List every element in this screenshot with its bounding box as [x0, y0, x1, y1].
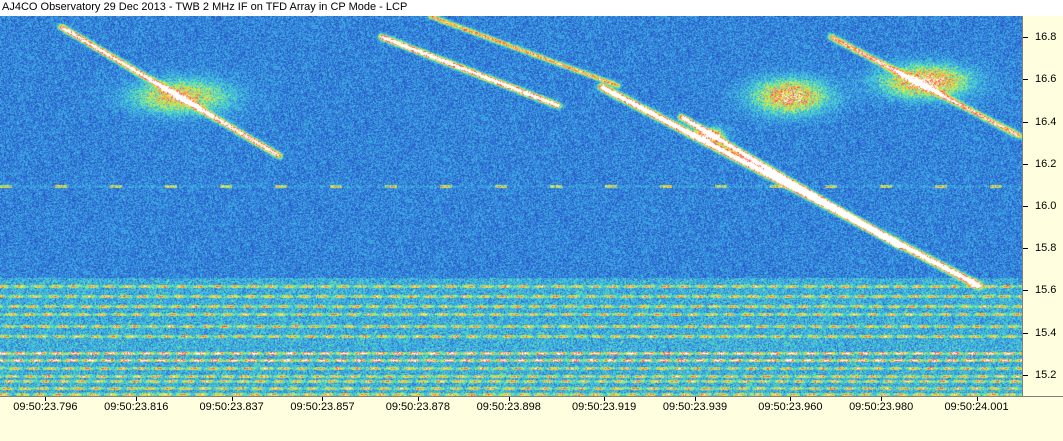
- y-tick-label: 16.6: [1035, 73, 1057, 86]
- y-tick: 16.0: [1023, 199, 1063, 213]
- x-tick: 09:50:23.980: [836, 397, 926, 417]
- y-tick: 15.8: [1023, 241, 1063, 255]
- frequency-axis: 15.2 15.4 15.6 15.8 16.0 16.2 16.4 16.6 16.8: [1022, 16, 1063, 396]
- y-tick-label: 16.4: [1035, 115, 1057, 128]
- y-tick-mark: [1023, 121, 1028, 123]
- x-tick: 09:50:23.919: [559, 397, 649, 417]
- x-tick-label: 09:50:23.796: [13, 401, 78, 413]
- y-tick: 15.2: [1023, 368, 1063, 382]
- x-tick: 09:50:23.796: [0, 397, 90, 417]
- y-tick: 16.2: [1023, 157, 1063, 171]
- window-title: AJ4CO Observatory 29 Dec 2013 - TWB 2 MH…: [0, 0, 1063, 16]
- y-tick: 15.4: [1023, 326, 1063, 340]
- x-tick: 09:50:23.898: [464, 397, 554, 417]
- y-tick-label: 16.8: [1035, 31, 1057, 44]
- y-tick-label: 15.2: [1035, 368, 1057, 381]
- y-tick-label: 16.2: [1035, 157, 1057, 170]
- y-tick-label: 16.0: [1035, 200, 1057, 212]
- x-tick-label: 09:50:23.878: [385, 401, 450, 413]
- y-tick-mark: [1023, 163, 1028, 165]
- x-tick-label: 09:50:23.816: [104, 401, 169, 413]
- time-axis: 09:50:23.796 09:50:23.816 09:50:23.837 09:5…: [0, 396, 1063, 441]
- y-tick: 16.6: [1023, 72, 1063, 86]
- x-tick: 09:50:23.939: [650, 397, 740, 417]
- x-tick-label: 09:50:23.857: [290, 401, 355, 413]
- y-tick-mark: [1023, 206, 1028, 207]
- y-tick-mark: [1023, 332, 1028, 334]
- x-tick-label: 09:50:24.001: [944, 401, 1009, 413]
- spectrogram-panel[interactable]: [0, 16, 1022, 396]
- x-tick-label: 09:50:23.939: [662, 401, 728, 413]
- x-tick: 09:50:23.837: [187, 397, 277, 417]
- y-tick-label: 15.4: [1035, 326, 1057, 339]
- y-tick-mark: [1023, 79, 1028, 81]
- y-tick: 15.6: [1023, 283, 1063, 297]
- x-tick: 09:50:23.857: [277, 397, 367, 417]
- x-tick: 09:50:24.001: [932, 397, 1022, 417]
- y-tick-label: 15.8: [1035, 242, 1057, 255]
- x-tick-label: 09:50:23.919: [571, 401, 637, 413]
- x-tick-label: 09:50:23.898: [476, 401, 541, 413]
- x-tick-label: 09:50:23.837: [199, 401, 264, 413]
- y-tick-mark: [1023, 37, 1028, 39]
- y-tick-mark: [1023, 248, 1028, 250]
- y-tick-label: 15.6: [1035, 284, 1057, 297]
- x-tick: 09:50:23.878: [373, 397, 463, 417]
- x-tick-label: 09:50:23.960: [758, 401, 823, 413]
- y-tick: 16.4: [1023, 115, 1063, 129]
- y-tick-mark: [1023, 290, 1028, 292]
- x-tick-label: 09:50:23.980: [849, 401, 914, 413]
- x-tick: 09:50:23.960: [745, 397, 835, 417]
- y-tick-mark: [1023, 374, 1028, 376]
- spectrogram-overlay: [0, 16, 1022, 396]
- y-tick: 16.8: [1023, 30, 1063, 44]
- x-tick: 09:50:23.816: [91, 397, 181, 417]
